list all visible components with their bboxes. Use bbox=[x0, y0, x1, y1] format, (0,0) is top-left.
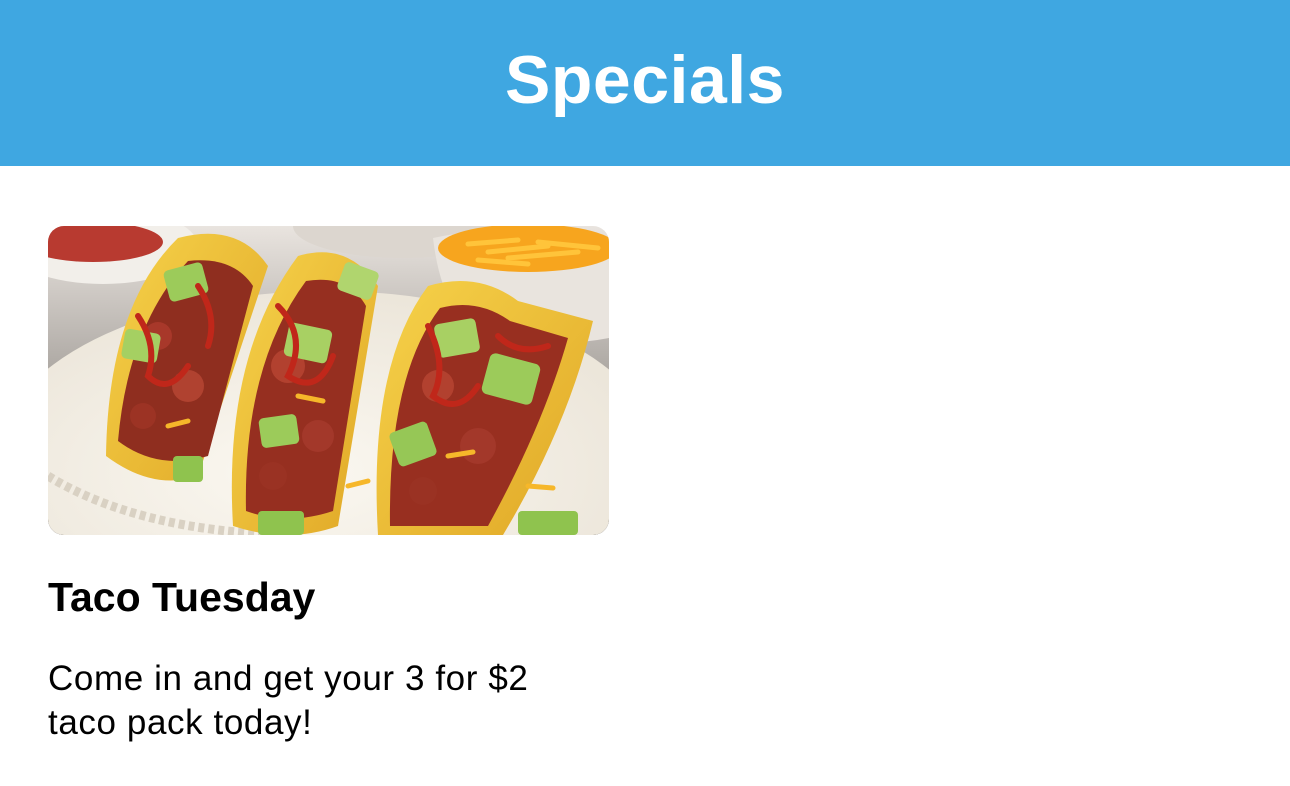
specials-list: Taco Tuesday Come in and get your 3 for … bbox=[0, 166, 1290, 786]
special-card[interactable]: Taco Tuesday Come in and get your 3 for … bbox=[48, 226, 609, 745]
tacos-photo bbox=[48, 226, 609, 535]
special-title: Taco Tuesday bbox=[48, 574, 316, 620]
page-title: Specials bbox=[505, 42, 785, 118]
app-header: Specials bbox=[0, 0, 1290, 166]
special-description: Come in and get your 3 for $2 taco pack … bbox=[48, 659, 529, 742]
